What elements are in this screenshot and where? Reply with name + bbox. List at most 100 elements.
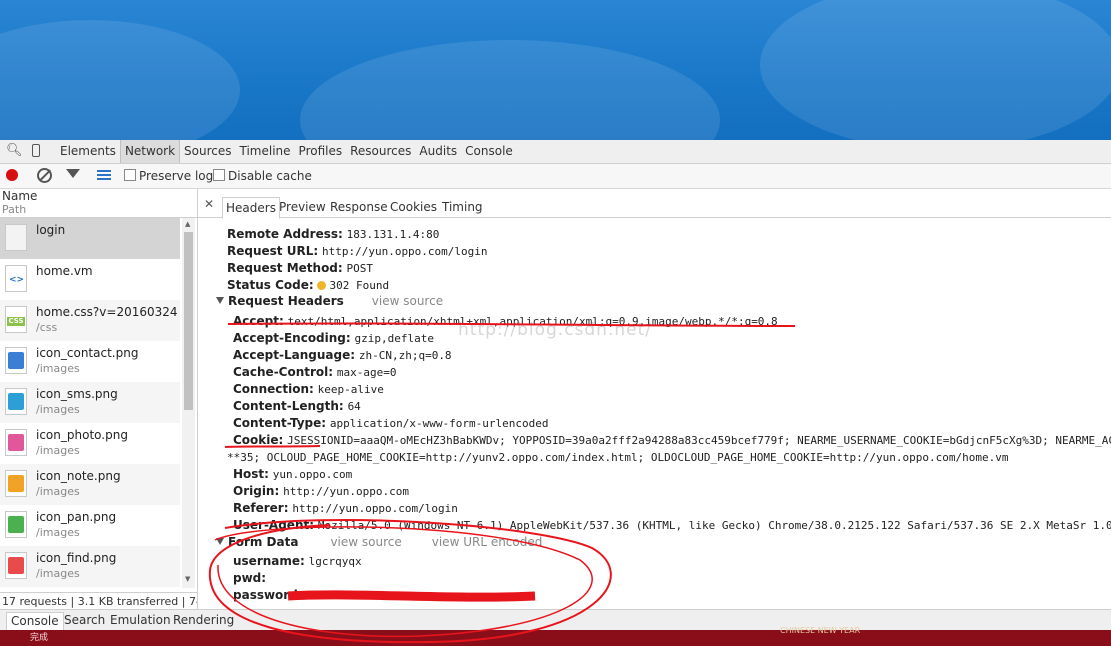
request-header-line: Host: yun.oppo.com — [233, 467, 352, 481]
cloud-shape — [0, 20, 240, 140]
tab-profiles[interactable]: Profiles — [295, 140, 347, 163]
header-value: keep-alive — [317, 383, 384, 396]
drawer-tab-emulation[interactable]: Emulation — [106, 612, 175, 629]
form-data-line: pwd: — [233, 571, 266, 585]
drawer-tab-rendering[interactable]: Rendering — [169, 612, 238, 629]
request-path: /images — [36, 403, 80, 416]
request-name: icon_find.png — [36, 551, 117, 565]
clear-icon[interactable] — [37, 168, 52, 183]
html-file-icon: <> — [5, 265, 27, 292]
image-file-icon — [5, 511, 27, 538]
header-value: application/x-www-form-urlencoded — [329, 417, 549, 430]
request-path: /images — [36, 362, 80, 375]
tab-preview[interactable]: Preview — [276, 197, 329, 217]
tab-timing[interactable]: Timing — [439, 197, 486, 217]
preserve-log-label: Preserve log — [139, 169, 214, 183]
name-column-header: Name — [2, 189, 38, 203]
request-rows: login <> home.vm CSS home.css?v=20160324/css… — [0, 218, 180, 588]
tab-headers[interactable]: Headers — [222, 197, 280, 219]
header-value: 183.131.1.4:80 — [346, 228, 440, 241]
header-key: Origin: — [233, 484, 280, 498]
view-source-link[interactable]: view source — [372, 294, 443, 308]
request-header-line: Cookie: JSESSIONID=aaaQM-oMEcHZ3hBabKWDv… — [233, 433, 1111, 447]
request-row[interactable]: icon_photo.png/images — [0, 423, 180, 464]
disable-cache-checkbox[interactable] — [213, 169, 225, 181]
request-header-line: Content-Length: 64 — [233, 399, 361, 413]
request-name: icon_pan.png — [36, 510, 117, 524]
header-value: **35; OCLOUD_PAGE_HOME_COOKIE=http://yun… — [227, 451, 1009, 464]
header-value: max-age=0 — [336, 366, 397, 379]
header-value: yun.oppo.com — [272, 468, 353, 481]
scroll-down-icon[interactable]: ▼ — [185, 575, 190, 583]
header-key: Request URL: — [227, 244, 319, 258]
request-list-scrollbar[interactable]: ▲ ▼ — [182, 218, 195, 588]
header-value: Mozilla/5.0 (Windows NT 6.1) AppleWebKit… — [317, 519, 1111, 532]
request-headers-title: Request Headers — [228, 294, 344, 308]
header-value: http://yun.oppo.com — [283, 485, 409, 498]
header-key: username: — [233, 554, 305, 568]
header-key: Accept-Encoding: — [233, 331, 351, 345]
request-row[interactable]: icon_sms.png/images — [0, 382, 180, 423]
general-header-line: Request URL: http://yun.oppo.com/login — [227, 244, 488, 258]
request-name: login — [36, 223, 66, 237]
tab-response[interactable]: Response — [327, 197, 391, 217]
request-row[interactable]: <> home.vm — [0, 259, 180, 300]
header-key: User-Agent: — [233, 518, 315, 532]
tab-cookies[interactable]: Cookies — [387, 197, 440, 217]
image-file-icon — [5, 388, 27, 415]
tab-elements[interactable]: Elements — [56, 140, 120, 163]
close-icon[interactable]: ✕ — [204, 197, 214, 211]
large-rows-icon[interactable] — [97, 170, 111, 180]
device-mode-icon[interactable] — [32, 144, 40, 157]
network-status-summary: 17 requests | 3.1 KB transferred | 74 ..… — [0, 592, 197, 610]
tab-resources[interactable]: Resources — [346, 140, 415, 163]
request-row[interactable]: login — [0, 218, 180, 259]
cloud-shape — [760, 0, 1111, 140]
header-key: Referer: — [233, 501, 289, 515]
request-row[interactable]: icon_find.png/images — [0, 546, 180, 587]
general-header-line: Remote Address: 183.131.1.4:80 — [227, 227, 439, 241]
form-view-source-link[interactable]: view source — [330, 535, 401, 549]
header-value: http://yun.oppo.com/login — [321, 245, 488, 258]
request-headers-toggle[interactable]: Request Headers view source — [216, 294, 443, 308]
path-column-header: Path — [2, 203, 27, 216]
tab-sources[interactable]: Sources — [180, 140, 235, 163]
filter-icon[interactable] — [66, 169, 80, 178]
header-value: 302 Found — [329, 279, 390, 292]
tab-audits[interactable]: Audits — [415, 140, 461, 163]
tab-console[interactable]: Console — [461, 140, 517, 163]
cloud-shape — [300, 40, 720, 140]
request-row[interactable]: CSS home.css?v=20160324/css — [0, 300, 180, 341]
form-data-line: password: — [233, 588, 303, 602]
request-name: home.vm — [36, 264, 93, 278]
scroll-up-icon[interactable]: ▲ — [185, 220, 190, 228]
view-url-encoded-link[interactable]: view URL encoded — [432, 535, 543, 549]
preserve-log-checkbox[interactable] — [124, 169, 136, 181]
record-icon[interactable] — [6, 169, 18, 181]
header-value: lgcrqyqx — [308, 555, 362, 568]
request-row[interactable]: icon_pan.png/images — [0, 505, 180, 546]
request-path: /images — [36, 485, 80, 498]
search-icon[interactable]: 🔍︎ — [6, 143, 23, 158]
disable-cache-label: Disable cache — [228, 169, 312, 183]
image-file-icon — [5, 552, 27, 579]
request-name: icon_sms.png — [36, 387, 118, 401]
tab-timeline[interactable]: Timeline — [236, 140, 295, 163]
footer-status-text: 完成 — [30, 633, 49, 643]
status-dot-icon — [317, 281, 327, 290]
drawer-tab-console[interactable]: Console — [6, 612, 64, 631]
request-list-header[interactable]: Name Path — [0, 189, 197, 218]
request-row[interactable]: icon_note.png/images — [0, 464, 180, 505]
page-footer-strip: 完成 CHINESE NEW YEAR — [0, 626, 1111, 646]
network-toolbar: Preserve log Disable cache — [0, 164, 1111, 189]
detail-tabs: ✕ Headers Preview Response Cookies Timin… — [198, 195, 1111, 219]
drawer-tab-search[interactable]: Search — [60, 612, 109, 629]
tab-network[interactable]: Network — [119, 140, 181, 163]
request-header-line: Content-Type: application/x-www-form-url… — [233, 416, 548, 430]
scrollbar-thumb[interactable] — [184, 232, 193, 410]
request-list: Name Path login <> home.vm CSS home.css?v=20… — [0, 189, 198, 609]
header-value: http://yun.oppo.com/login — [292, 502, 458, 515]
request-name: icon_photo.png — [36, 428, 128, 442]
request-row[interactable]: icon_contact.png/images — [0, 341, 180, 382]
form-data-toggle[interactable]: Form Data view source view URL encoded — [216, 535, 542, 549]
